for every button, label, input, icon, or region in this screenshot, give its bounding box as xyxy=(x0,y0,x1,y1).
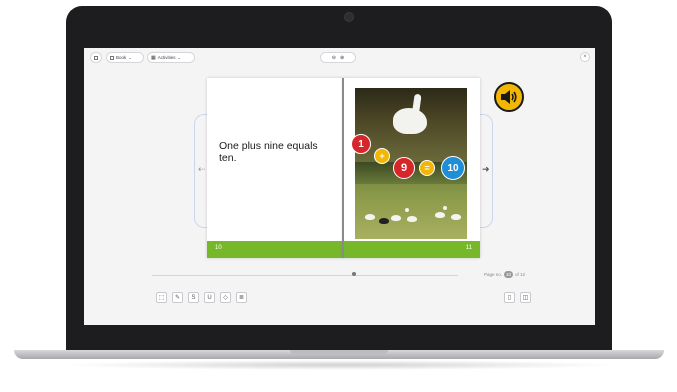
close-icon: × xyxy=(583,54,587,60)
select-icon: ⬚ xyxy=(158,295,165,301)
zoom-in-icon[interactable]: ⊕ xyxy=(340,55,344,61)
activities-menu-label: Activities xyxy=(157,55,176,60)
right-page: 1 + 9 = 10 11 xyxy=(343,78,480,258)
number-ten-circle: 10 xyxy=(441,156,465,180)
book-menu-button[interactable]: Book ⌄ xyxy=(106,52,144,63)
duck xyxy=(451,214,461,220)
laptop-hinge-notch xyxy=(290,350,388,354)
strike-tool-button[interactable]: S xyxy=(188,292,199,303)
eraser-tool-button[interactable]: ◇ xyxy=(220,292,231,303)
chevron-down-icon: ⌄ xyxy=(128,55,132,60)
number-nine-circle: 9 xyxy=(393,157,415,179)
duck-head xyxy=(405,208,409,212)
page-indicator: Page no. 10 of 12 xyxy=(484,271,525,278)
right-page-footer: 11 xyxy=(343,241,480,258)
left-page: One plus nine equals ten. 10 xyxy=(207,78,344,258)
duck xyxy=(435,212,445,218)
duck xyxy=(379,218,389,224)
page-no-label: Page no. xyxy=(484,272,503,277)
close-button[interactable]: × xyxy=(580,52,590,62)
notes-tool-button[interactable]: ≣ xyxy=(236,292,247,303)
audio-play-button[interactable] xyxy=(494,82,524,112)
laptop-shadow xyxy=(60,360,620,370)
arrow-right-icon[interactable]: ➜ xyxy=(482,164,490,175)
page-slider-handle[interactable] xyxy=(352,272,356,276)
single-page-icon: ▯ xyxy=(507,295,512,301)
left-page-footer: 10 xyxy=(207,241,344,258)
strike-icon: S xyxy=(191,294,196,301)
highlight-icon: ✎ xyxy=(174,295,181,301)
page-total-label: of 12 xyxy=(515,272,526,277)
current-page-badge[interactable]: 10 xyxy=(504,271,514,278)
duck-head xyxy=(443,206,447,210)
underline-icon: U xyxy=(207,294,212,301)
swan-photo xyxy=(355,88,467,162)
speaker-icon xyxy=(501,90,517,104)
grid-icon: ▦ xyxy=(151,54,156,61)
page-slider-track[interactable] xyxy=(152,275,458,276)
book-icon xyxy=(110,55,114,60)
chevron-down-icon: ⌄ xyxy=(177,55,181,60)
arrow-left-icon[interactable]: ⇠ xyxy=(198,164,206,175)
double-page-view-button[interactable]: ◫ xyxy=(520,292,531,303)
book-menu-label: Book xyxy=(116,55,127,60)
duck xyxy=(391,215,401,221)
activities-menu-button[interactable]: ▦ Activities ⌄ xyxy=(147,52,195,63)
zoom-out-icon[interactable]: ⊖ xyxy=(332,55,336,61)
single-page-view-button[interactable]: ▯ xyxy=(504,292,515,303)
panel-icon xyxy=(94,55,98,60)
camera-icon xyxy=(344,12,354,22)
plus-sign-circle: + xyxy=(374,148,390,164)
duck xyxy=(365,214,375,220)
equals-sign-circle: = xyxy=(419,160,435,176)
sidebar-toggle-button[interactable] xyxy=(90,52,102,63)
highlight-tool-button[interactable]: ✎ xyxy=(172,292,183,303)
double-page-icon: ◫ xyxy=(522,295,529,301)
right-page-number: 11 xyxy=(465,245,472,251)
notes-icon: ≣ xyxy=(238,295,245,301)
number-one-circle: 1 xyxy=(351,134,371,154)
underline-tool-button[interactable]: U xyxy=(204,292,215,303)
select-tool-button[interactable]: ⬚ xyxy=(156,292,167,303)
page-sentence: One plus nine equals ten. xyxy=(219,140,318,164)
duck xyxy=(407,216,417,222)
swan-body xyxy=(393,108,427,134)
left-page-number: 10 xyxy=(215,245,222,251)
book-spine xyxy=(342,78,344,258)
zoom-controls: ⊖ ⊕ xyxy=(320,52,356,63)
eraser-icon: ◇ xyxy=(223,295,228,301)
